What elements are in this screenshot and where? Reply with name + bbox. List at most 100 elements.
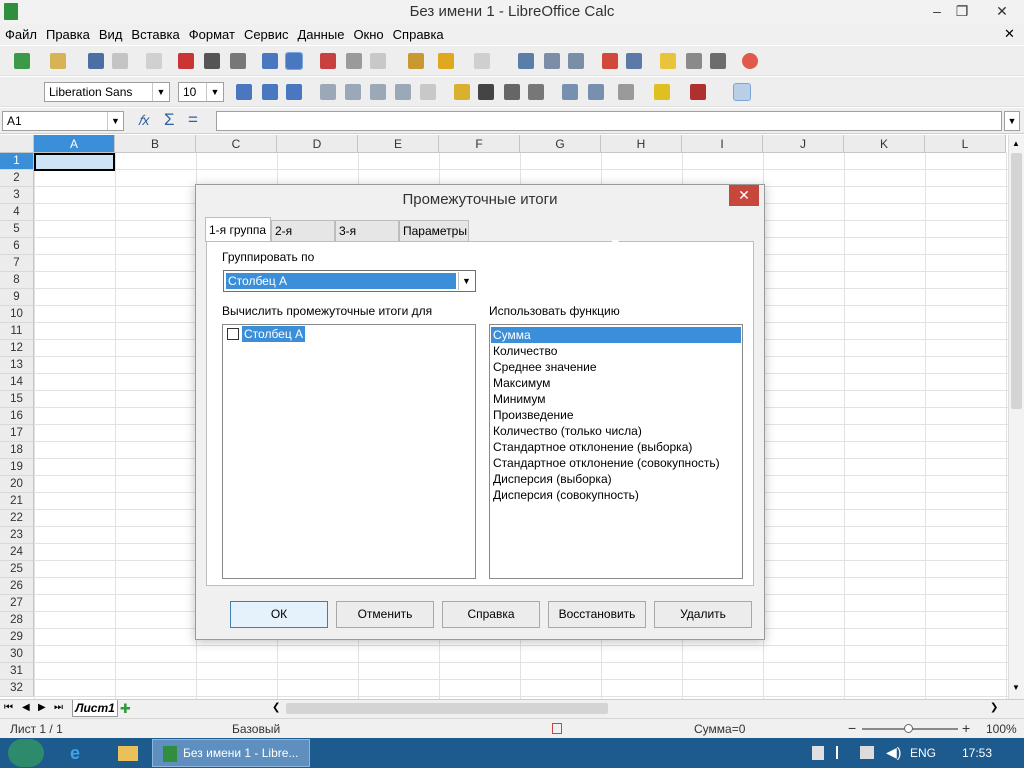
redo-icon[interactable] <box>474 53 490 69</box>
row-header[interactable]: 22 <box>0 510 34 527</box>
row-header[interactable]: 15 <box>0 391 34 408</box>
clock[interactable]: 17:53 <box>962 746 992 760</box>
horizontal-scrollbar[interactable] <box>286 703 608 714</box>
cancel-button[interactable]: Отменить <box>336 601 434 628</box>
reset-button[interactable]: Восстановить <box>548 601 646 628</box>
merge-cells-icon[interactable] <box>420 84 436 100</box>
close-document-icon[interactable]: ✕ <box>1004 26 1015 42</box>
new-document-icon[interactable] <box>14 53 30 69</box>
scroll-down-icon[interactable]: ▼ <box>1012 683 1020 692</box>
row-header[interactable]: 3 <box>0 187 34 204</box>
select-all-corner[interactable] <box>0 135 34 153</box>
cut-icon[interactable] <box>320 53 336 69</box>
internet-explorer-icon[interactable]: e <box>70 744 80 762</box>
email-icon[interactable] <box>112 53 128 69</box>
pivot-table-icon[interactable] <box>626 53 642 69</box>
group-by-select[interactable]: Столбец A ▼ <box>223 270 476 292</box>
scroll-thumb[interactable] <box>1011 153 1022 409</box>
tab-group-1[interactable]: 1-я группа <box>205 217 271 242</box>
column-header[interactable]: E <box>358 135 439 153</box>
row-header[interactable]: 30 <box>0 646 34 663</box>
tab-options[interactable]: Параметры <box>399 220 469 241</box>
column-header[interactable]: H <box>601 135 682 153</box>
file-explorer-icon[interactable] <box>118 746 138 761</box>
row-header[interactable]: 19 <box>0 459 34 476</box>
row-header[interactable]: 25 <box>0 561 34 578</box>
undo-icon[interactable] <box>438 53 454 69</box>
column-header[interactable]: J <box>763 135 844 153</box>
number-format-icon[interactable] <box>504 84 520 100</box>
function-item[interactable]: Среднее значение <box>491 359 741 375</box>
column-header[interactable]: C <box>196 135 277 153</box>
expand-formula-icon[interactable]: ▼ <box>1004 111 1020 131</box>
last-sheet-icon[interactable]: ⏭ <box>54 702 63 713</box>
zoom-in-icon[interactable]: + <box>962 720 970 736</box>
row-header[interactable]: 1 <box>0 153 34 170</box>
open-icon[interactable] <box>50 53 66 69</box>
menu-insert[interactable]: Вставка <box>126 24 183 42</box>
datasources-icon[interactable] <box>710 53 726 69</box>
decimal-icon[interactable] <box>528 84 544 100</box>
menu-view[interactable]: Вид <box>94 24 127 42</box>
action-center-icon[interactable] <box>812 746 824 760</box>
align-left-icon[interactable] <box>320 84 336 100</box>
row-header[interactable]: 24 <box>0 544 34 561</box>
network-icon[interactable] <box>860 746 874 759</box>
zoom-slider-thumb[interactable] <box>904 724 913 733</box>
percent-icon[interactable] <box>478 84 494 100</box>
increase-indent-icon[interactable] <box>588 84 604 100</box>
row-header[interactable]: 2 <box>0 170 34 187</box>
row-header[interactable]: 11 <box>0 323 34 340</box>
chart-icon[interactable] <box>602 53 618 69</box>
first-sheet-icon[interactable]: ⏮ <box>4 702 13 713</box>
bold-icon[interactable] <box>236 84 252 100</box>
zoom-out-icon[interactable]: − <box>848 720 856 736</box>
chevron-down-icon[interactable]: ▼ <box>458 272 474 290</box>
background-color-icon[interactable] <box>654 84 670 100</box>
sidebar-toggle-icon[interactable] <box>733 83 751 101</box>
columns-list[interactable]: Столбец A <box>222 324 476 579</box>
volume-icon[interactable]: ◀) <box>886 745 901 760</box>
row-header[interactable]: 31 <box>0 663 34 680</box>
function-item[interactable]: Максимум <box>491 375 741 391</box>
help-lifebuoy-icon[interactable] <box>742 53 758 69</box>
decrease-indent-icon[interactable] <box>562 84 578 100</box>
row-header[interactable]: 21 <box>0 493 34 510</box>
autospellcheck-icon[interactable] <box>285 52 303 70</box>
row-header[interactable]: 26 <box>0 578 34 595</box>
justify-icon[interactable] <box>395 84 411 100</box>
row-header[interactable]: 13 <box>0 357 34 374</box>
formula-equals-icon[interactable]: = <box>188 110 198 130</box>
menu-format[interactable]: Формат <box>184 24 239 42</box>
functions-list[interactable]: Сумма Количество Среднее значение Максимум М… <box>489 324 743 579</box>
help-button[interactable]: Справка <box>442 601 540 628</box>
clone-formatting-icon[interactable] <box>408 53 424 69</box>
menu-file[interactable]: Файл <box>0 24 41 42</box>
close-button[interactable]: ✕ <box>980 0 1024 22</box>
function-item[interactable]: Минимум <box>491 391 741 407</box>
underline-icon[interactable] <box>286 84 302 100</box>
dialog-close-button[interactable]: ✕ <box>729 185 759 206</box>
prev-sheet-icon[interactable]: ◀ <box>22 702 30 713</box>
row-header[interactable]: 17 <box>0 425 34 442</box>
menu-data[interactable]: Данные <box>292 24 348 42</box>
italic-icon[interactable] <box>262 84 278 100</box>
sort-descending-icon[interactable] <box>568 53 584 69</box>
maximize-button[interactable]: ❐ <box>945 0 979 22</box>
flag-icon[interactable] <box>836 746 848 759</box>
function-wizard-icon[interactable]: 𝑓x <box>138 112 149 129</box>
taskbar-calc-window[interactable]: Без имени 1 - Libre... <box>152 739 310 767</box>
next-sheet-icon[interactable]: ▶ <box>38 702 46 713</box>
column-header[interactable]: B <box>115 135 196 153</box>
vertical-scrollbar[interactable]: ▲ ▼ <box>1008 135 1024 699</box>
tab-group-2[interactable]: 2-я группа <box>271 220 335 252</box>
sort-ascending-icon[interactable] <box>544 53 560 69</box>
export-pdf-icon[interactable] <box>178 53 194 69</box>
currency-icon[interactable] <box>454 84 470 100</box>
row-header[interactable]: 14 <box>0 374 34 391</box>
tab-group-3[interactable]: 3-я группа <box>335 220 399 252</box>
column-checkbox[interactable] <box>227 328 239 340</box>
zoom-level[interactable]: 100% <box>986 722 1017 736</box>
function-item[interactable]: Сумма <box>491 327 741 343</box>
row-header[interactable]: 20 <box>0 476 34 493</box>
